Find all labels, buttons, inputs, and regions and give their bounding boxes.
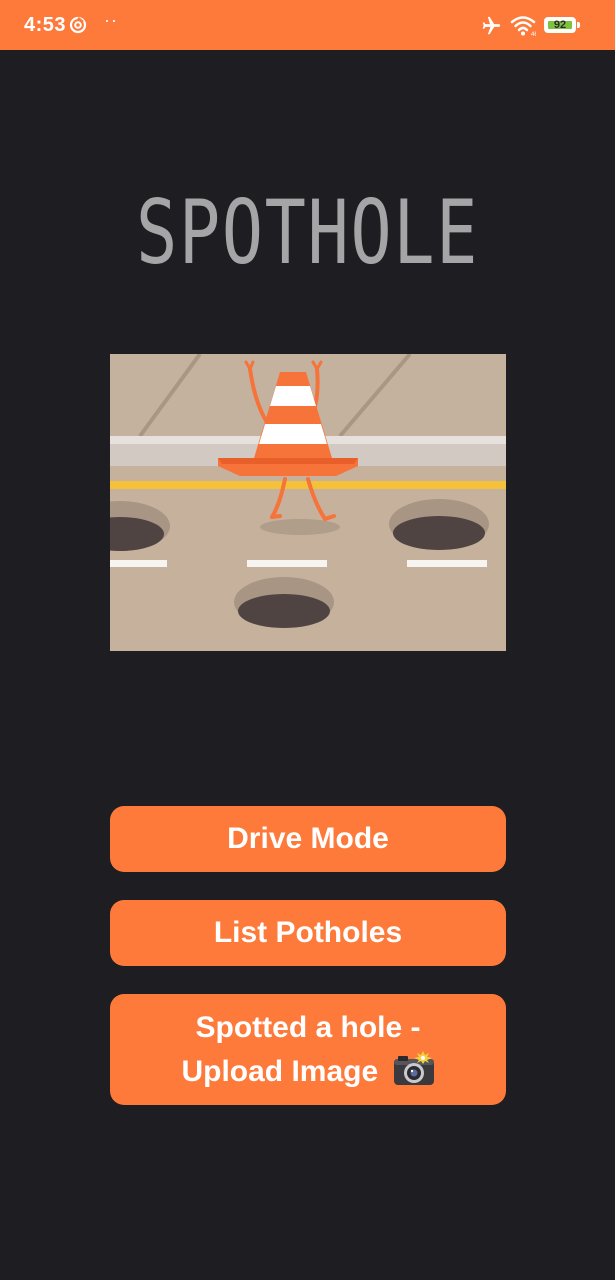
upload-label-line2: Upload Image <box>181 1055 379 1088</box>
battery-level: 92 <box>553 19 567 31</box>
camera-icon <box>393 1051 434 1086</box>
list-potholes-label: List Potholes <box>213 916 403 949</box>
airplane-icon <box>482 16 501 35</box>
notification-dots: ·· <box>104 10 118 30</box>
status-time: 4:53 <box>24 14 67 36</box>
wifi-icon: 46 <box>510 16 536 37</box>
drive-mode-button[interactable]: Drive Mode <box>110 806 506 872</box>
svg-text:46: 46 <box>531 32 536 37</box>
upload-image-button[interactable]: Spotted a hole - Upload Image <box>110 994 506 1105</box>
status-bar: 4:53 ·· 46 92 <box>0 0 615 50</box>
upload-label-line1: Spotted a hole - <box>195 1011 421 1044</box>
drive-mode-label: Drive Mode <box>227 822 389 855</box>
sync-icon <box>69 16 87 34</box>
battery-tip <box>577 22 580 28</box>
traffic-cone-illustration <box>110 354 506 651</box>
list-potholes-button[interactable]: List Potholes <box>110 900 506 966</box>
app-screen: 4:53 ·· 46 92 SPOTHOLE <box>0 0 615 1280</box>
app-title: SPOTHOLE <box>135 181 480 284</box>
battery-icon: 92 <box>544 17 582 35</box>
upload-label-line2-wrap: Upload Image <box>110 1050 506 1094</box>
